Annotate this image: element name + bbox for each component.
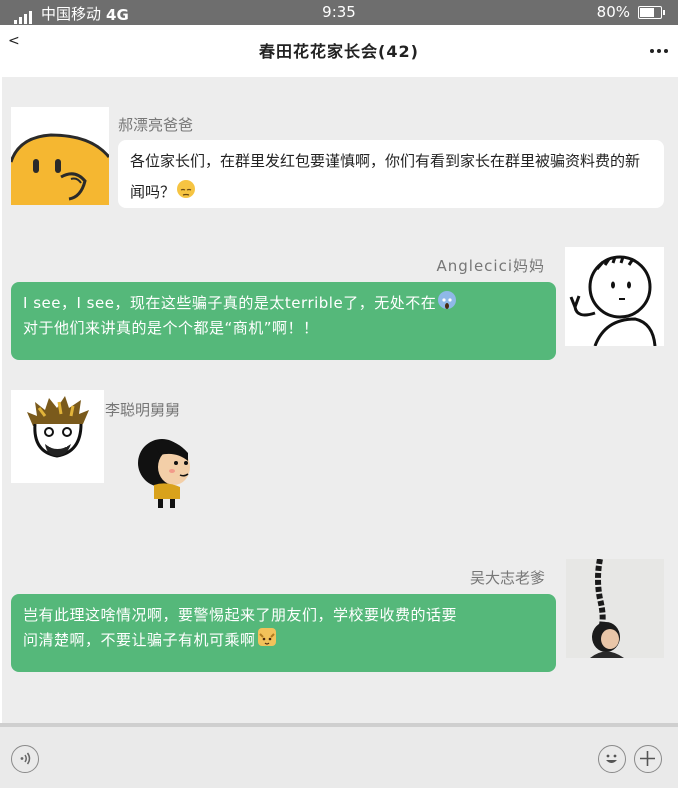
battery-fill bbox=[640, 7, 654, 17]
screaming-face-emoji bbox=[438, 291, 457, 309]
message-bubble[interactable]: 各位家长们，在群里发红包要谨慎啊，你们有看到家长在群里被骗资料费的新闻吗？ bbox=[118, 140, 664, 208]
avatar-child-photo[interactable] bbox=[566, 559, 664, 658]
message-text: 各位家长们，在群里发红包要谨慎啊，你们有看到家长在群里被骗资料费的新闻吗？ bbox=[130, 152, 641, 201]
egg-character-icon bbox=[11, 107, 109, 205]
chat-area[interactable]: 郝漂亮爸爸 各位家长们，在群里发红包要谨慎啊，你们有看到家长在群里被骗资料费的新… bbox=[2, 77, 678, 723]
voice-icon[interactable] bbox=[11, 745, 39, 773]
battery-percent: 80% bbox=[596, 3, 630, 21]
status-bar: 中国移动 4G 9:35 80% bbox=[0, 0, 678, 25]
battery-icon bbox=[638, 5, 665, 19]
input-bar bbox=[0, 723, 678, 788]
sender-name: Anglecici妈妈 bbox=[436, 257, 545, 275]
cartoon-kid-sticker[interactable] bbox=[136, 433, 196, 513]
more-dots-icon[interactable] bbox=[650, 49, 668, 53]
sender-name: 吴大志老爹 bbox=[469, 569, 545, 587]
plus-icon[interactable] bbox=[634, 745, 662, 773]
avatar-sketch-character[interactable] bbox=[565, 247, 664, 346]
sender-name: 郝漂亮爸爸 bbox=[118, 116, 194, 134]
chat-title: 春田花花家长会(42) bbox=[259, 42, 419, 61]
child-photo-icon bbox=[566, 559, 664, 658]
message-text: I see，I see，现在这些骗子真的是太terrible了，无处不在 bbox=[23, 294, 437, 312]
smiley-icon[interactable] bbox=[598, 745, 626, 773]
avatar-egg-character[interactable] bbox=[11, 107, 109, 205]
message-text-line2: 问清楚啊，不要让骗子有机可乘啊 bbox=[23, 631, 256, 649]
avatar-messy-hair-character[interactable] bbox=[11, 390, 104, 483]
message-text-line2: 对于他们来讲真的是个个都是“商机”啊！！ bbox=[23, 319, 319, 337]
stick-figure-icon bbox=[565, 247, 664, 346]
message-bubble[interactable]: 岂有此理这啥情况啊，要警惕起来了朋友们，学校要收费的话要 问清楚啊，不要让骗子有… bbox=[11, 594, 556, 672]
pensive-face-emoji bbox=[177, 180, 196, 198]
cat-face-emoji bbox=[257, 628, 276, 646]
status-right: 80% bbox=[596, 3, 665, 21]
nav-bar: < 春田花花家长会(42) bbox=[0, 25, 678, 77]
messy-hair-face-icon bbox=[11, 390, 104, 483]
status-time: 9:35 bbox=[322, 3, 356, 21]
sender-name: 李聪明舅舅 bbox=[105, 401, 181, 419]
message-bubble[interactable]: I see，I see，现在这些骗子真的是太terrible了，无处不在 对于他… bbox=[11, 282, 556, 360]
